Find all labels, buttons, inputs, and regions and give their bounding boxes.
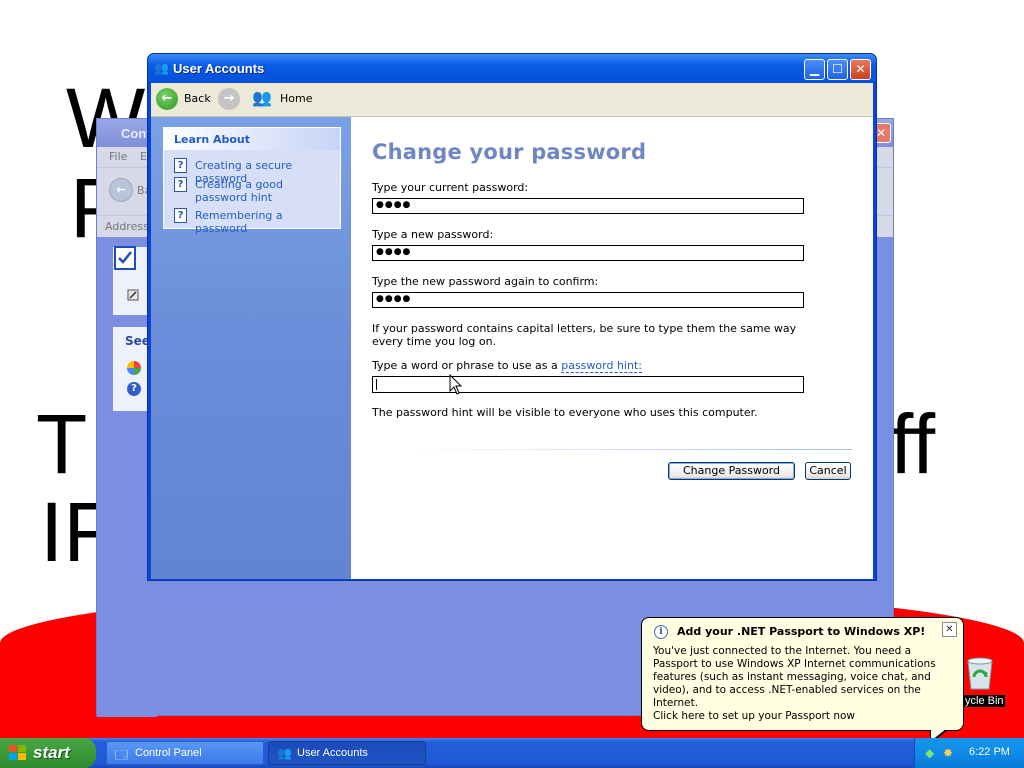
maximize-button[interactable]: ☐: [827, 59, 848, 80]
hint-label: Type a word or phrase to use as a passwo…: [372, 359, 812, 373]
passport-notification-balloon[interactable]: i Add your .NET Passport to Windows XP! …: [641, 617, 964, 731]
control-panel-icon: 🗔: [115, 748, 129, 762]
balloon-title: Add your .NET Passport to Windows XP!: [677, 625, 926, 638]
taskbar-label: User Accounts: [297, 747, 368, 759]
pencil-icon: [127, 289, 139, 301]
taskbar-button-user-accounts[interactable]: 👥 User Accounts: [268, 741, 426, 765]
new-password-label: Type a new password:: [372, 228, 494, 241]
windows-logo-icon: [9, 745, 26, 761]
address-label: Address: [105, 220, 149, 233]
confirm-password-field[interactable]: ●●●●: [372, 292, 804, 308]
balloon-setup-link[interactable]: Click here to set up your Passport now: [653, 710, 855, 722]
capital-letters-note: If your password contains capital letter…: [372, 322, 797, 348]
taskbar: start 🗔 Control Panel 👥 User Accounts ◆ …: [0, 738, 1024, 768]
passport-alert-icon[interactable]: ✸: [943, 746, 957, 760]
help-icon: ?: [174, 208, 187, 223]
recycle-bin-label[interactable]: ycle Bin: [964, 695, 1005, 707]
home-button[interactable]: Home: [280, 92, 312, 105]
menu-file[interactable]: File: [109, 150, 127, 163]
close-icon: ✕: [855, 62, 866, 76]
learn-about-box: Learn About ? Creating a secure password…: [163, 127, 341, 235]
taskbar-button-control-panel[interactable]: 🗔 Control Panel: [106, 741, 264, 765]
back-arrow-icon[interactable]: ←: [109, 178, 133, 202]
start-button[interactable]: start: [0, 738, 96, 768]
slide-fragment-ff: ff: [890, 397, 936, 491]
learn-about-heading: Learn About: [174, 133, 251, 146]
text-caret: [376, 379, 377, 390]
help-icon[interactable]: ?: [127, 382, 141, 396]
divider: [401, 449, 852, 450]
checklist-icon: [114, 246, 136, 270]
slide-fragment-t: T: [36, 397, 88, 491]
recycle-bin-icon[interactable]: [960, 655, 1000, 690]
current-password-field[interactable]: ●●●●: [372, 198, 804, 214]
maximize-icon: ☐: [832, 62, 843, 76]
user-accounts-icon: 👥: [154, 61, 169, 75]
learn-about-header: Learn About: [164, 128, 340, 150]
window-title: User Accounts: [173, 61, 265, 76]
help-icon: ?: [174, 177, 187, 192]
info-icon: i: [654, 625, 668, 639]
learn-link-label[interactable]: Remembering a password: [195, 209, 335, 235]
back-arrow-icon[interactable]: ←: [156, 88, 178, 110]
learn-link-remembering[interactable]: ? Remembering a password: [174, 208, 338, 235]
minimize-icon: ▁: [809, 62, 820, 76]
hint-visibility-note: The password hint will be visible to eve…: [372, 406, 758, 419]
help-icon: ?: [174, 158, 187, 173]
new-password-field[interactable]: ●●●●: [372, 245, 804, 261]
network-icon[interactable]: ◆: [925, 746, 939, 760]
balloon-body: You've just connected to the Internet. Y…: [653, 645, 936, 709]
home-users-icon[interactable]: 👥: [252, 88, 276, 110]
balloon-close-button[interactable]: ✕: [942, 622, 957, 637]
password-hint-field[interactable]: [372, 376, 804, 393]
user-accounts-body: Learn About ? Creating a secure password…: [151, 117, 873, 579]
clock[interactable]: 6:22 PM: [969, 746, 1010, 758]
learn-link-label[interactable]: Creating a good password hint: [195, 178, 335, 204]
minimize-button[interactable]: ▁: [804, 59, 825, 80]
cancel-button[interactable]: Cancel: [805, 462, 851, 480]
navigation-toolbar: ← Back → 👥 Home: [151, 83, 873, 117]
password-hint-link[interactable]: password hint:: [561, 359, 642, 373]
back-button[interactable]: Back: [184, 92, 211, 105]
learn-link-secure-password[interactable]: ? Creating a secure password: [174, 158, 338, 185]
change-password-button[interactable]: Change Password: [668, 462, 795, 480]
page-title: Change your password: [372, 140, 647, 164]
forward-arrow-icon[interactable]: →: [218, 88, 240, 110]
windows-update-icon[interactable]: [127, 361, 141, 375]
task-pane: Learn About ? Creating a secure password…: [151, 117, 351, 579]
close-icon: ✕: [945, 624, 954, 635]
user-accounts-icon: 👥: [277, 746, 292, 760]
hint-label-text: Type a word or phrase to use as a: [372, 359, 562, 372]
current-password-label: Type your current password:: [372, 181, 529, 194]
taskbar-label: Control Panel: [135, 747, 202, 759]
start-label: start: [33, 743, 70, 762]
confirm-password-label: Type the new password again to confirm:: [372, 275, 599, 288]
user-accounts-window[interactable]: 👥 User Accounts ▁ ☐ ✕ ← Back → 👥 Home Le…: [147, 53, 877, 581]
system-tray: ◆ ✸ 6:22 PM: [914, 738, 1024, 768]
close-button[interactable]: ✕: [850, 59, 871, 80]
user-accounts-titlebar[interactable]: 👥 User Accounts ▁ ☐ ✕: [148, 54, 876, 83]
learn-link-password-hint[interactable]: ? Creating a good password hint: [174, 177, 338, 205]
change-password-pane: Change your password Type your current p…: [351, 117, 873, 579]
menu-edit[interactable]: E: [140, 150, 147, 163]
